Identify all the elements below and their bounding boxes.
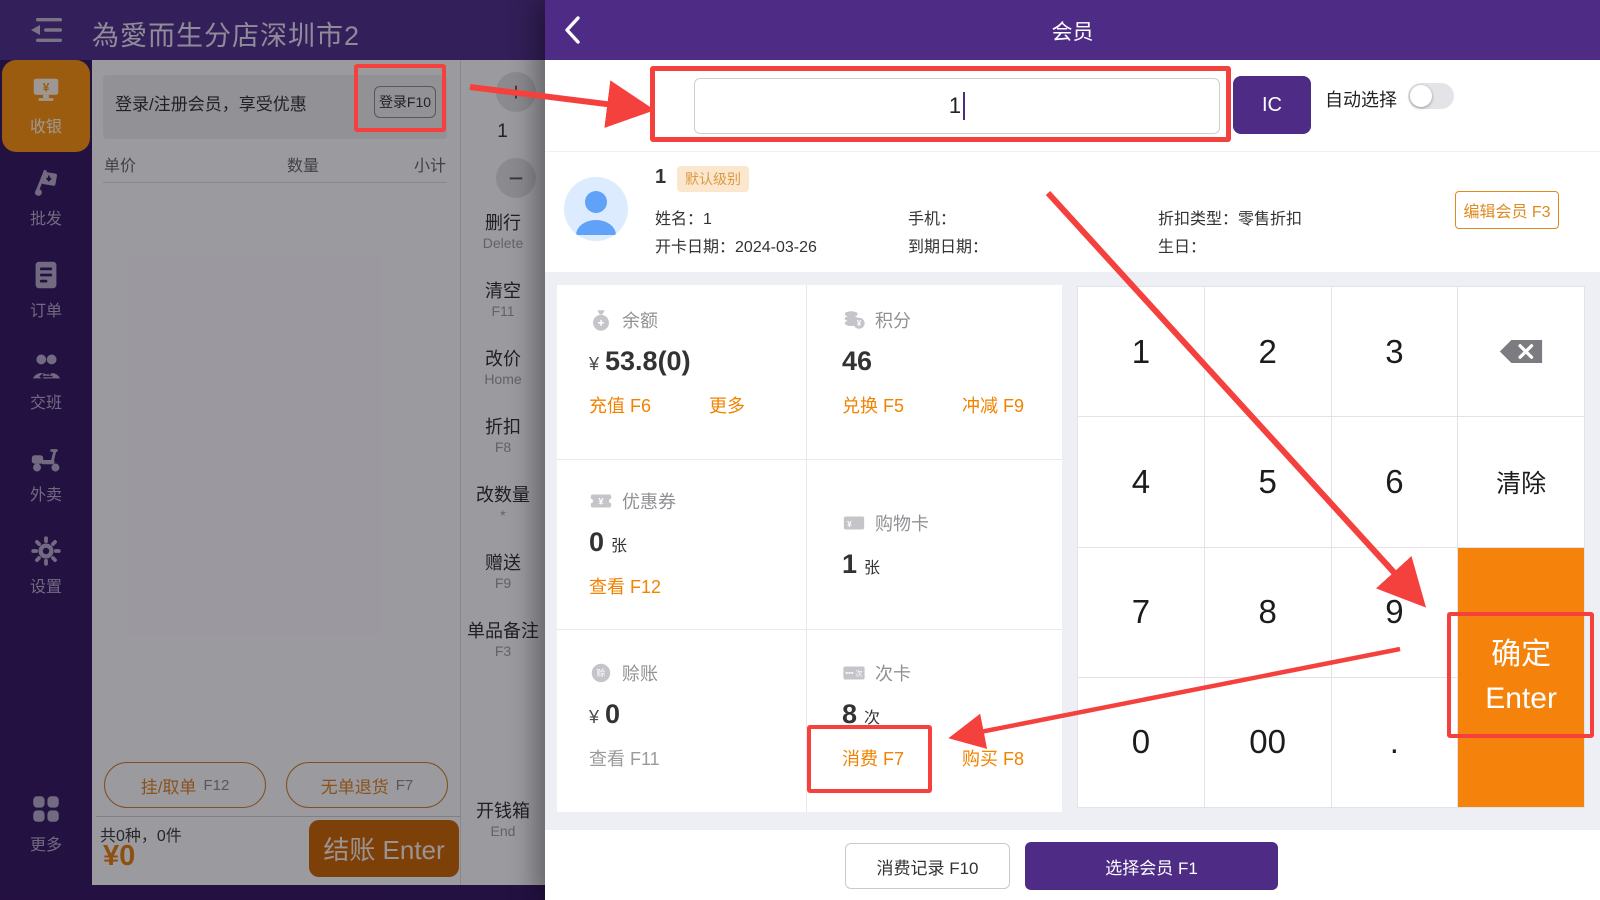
currency-symbol: ¥ xyxy=(589,354,599,375)
coupons-unit: 张 xyxy=(611,532,627,556)
member-search-input[interactable]: 1 xyxy=(694,78,1220,134)
recharge-link[interactable]: 充值 F6 xyxy=(589,392,651,418)
currency-symbol: ¥ xyxy=(589,707,599,728)
points-value: 46 xyxy=(842,346,872,377)
view-credit-link[interactable]: 查看 F11 xyxy=(589,745,660,771)
card-title: 积分 xyxy=(875,307,911,333)
search-value: 1 xyxy=(949,93,961,119)
svg-text:赊: 赊 xyxy=(597,667,606,678)
balance-value: 53.8(0) xyxy=(605,346,691,377)
consume-history-button[interactable]: 消费记录 F10 xyxy=(845,843,1010,889)
shopping-card-value: 1 xyxy=(842,549,857,580)
backspace-icon xyxy=(1497,336,1545,367)
credit-icon: 赊 xyxy=(589,661,613,685)
confirm-enter-key[interactable]: 确定 Enter xyxy=(1458,548,1584,808)
coupon-icon: ¥ xyxy=(589,489,613,513)
consume-times-link[interactable]: 消费 F7 xyxy=(842,745,904,771)
pos-app: 為愛而生分店深圳市2 ¥ 收银 批发 xyxy=(0,0,1600,900)
times-card-unit: 次 xyxy=(864,704,880,728)
shopping-card-unit: 张 xyxy=(864,554,880,578)
avatar xyxy=(564,177,628,241)
buy-times-link[interactable]: 购买 F8 xyxy=(962,745,1024,771)
key-6[interactable]: 6 xyxy=(1332,417,1458,546)
member-fields-col3: 折扣类型：零售折扣 生日： xyxy=(1158,206,1302,262)
auto-select-toggle[interactable] xyxy=(1408,83,1454,109)
auto-select-label: 自动选择 xyxy=(1325,86,1397,112)
field-value: 零售折扣 xyxy=(1238,211,1302,228)
member-dialog: 会员 1 IC 自动选择 1 默认级别 姓名：1 开卡日期：2024-03-26 xyxy=(545,0,1600,900)
backspace-key[interactable] xyxy=(1458,287,1584,416)
times-card-card: 次 次卡 8 次 消费 F7 购买 F8 xyxy=(807,630,1062,812)
member-name: 1 xyxy=(655,166,666,189)
svg-text:次: 次 xyxy=(855,669,863,678)
points-card: ¥ 积分 46 兑换 F5 冲减 F9 xyxy=(807,285,1062,460)
card-title: 余额 xyxy=(622,307,658,333)
balance-card: 余额 ¥ 53.8(0) 充值 F6 更多 xyxy=(557,285,807,460)
card-title: 优惠券 xyxy=(622,488,676,514)
text-caret xyxy=(963,92,965,120)
member-info-row: 1 默认级别 姓名：1 开卡日期：2024-03-26 手机： 到期日期： 折扣… xyxy=(545,152,1600,272)
member-level-badge: 默认级别 xyxy=(677,166,749,192)
card-title: 购物卡 xyxy=(875,510,929,536)
key-5[interactable]: 5 xyxy=(1205,417,1331,546)
more-link[interactable]: 更多 xyxy=(709,392,745,418)
svg-text:¥: ¥ xyxy=(598,497,604,507)
select-member-button[interactable]: 选择会员 F1 xyxy=(1025,842,1278,890)
member-fields-col2: 手机： 到期日期： xyxy=(908,206,988,262)
coupons-card: ¥ 优惠券 0 张 查看 F12 xyxy=(557,460,807,630)
redeem-link[interactable]: 兑换 F5 xyxy=(842,392,904,418)
svg-text:¥: ¥ xyxy=(847,519,852,529)
credit-card: 赊 赊账 ¥ 0 查看 F11 xyxy=(557,630,807,812)
svg-text:¥: ¥ xyxy=(857,319,862,328)
member-fields-col1: 姓名：1 开卡日期：2024-03-26 xyxy=(655,206,817,262)
confirm-label-cn: 确定 xyxy=(1491,633,1551,677)
key-00[interactable]: 00 xyxy=(1205,678,1331,807)
dialog-header: 会员 xyxy=(545,0,1600,60)
coupons-value: 0 xyxy=(589,527,604,558)
credit-value: 0 xyxy=(605,699,620,730)
deduct-link[interactable]: 冲减 F9 xyxy=(962,392,1024,418)
modal-dim-overlay xyxy=(0,0,545,900)
key-9[interactable]: 9 xyxy=(1332,548,1458,677)
dialog-footer: 消费记录 F10 选择会员 F1 xyxy=(545,830,1600,900)
field-label: 到期日期： xyxy=(908,239,988,256)
field-label: 开卡日期： xyxy=(655,239,735,256)
points-coins-icon: ¥ xyxy=(842,308,866,332)
confirm-label-en: Enter xyxy=(1485,677,1557,721)
view-coupons-link[interactable]: 查看 F12 xyxy=(589,573,661,599)
key-7[interactable]: 7 xyxy=(1078,548,1204,677)
field-value: 1 xyxy=(703,211,712,228)
dialog-content: 余额 ¥ 53.8(0) 充值 F6 更多 ¥ 积分 xyxy=(545,272,1600,830)
edit-member-button[interactable]: 编辑会员 F3 xyxy=(1455,191,1559,229)
key-dot[interactable]: . xyxy=(1332,678,1458,807)
shopping-card-card: ¥ 购物卡 1 张 xyxy=(807,460,1062,630)
card-title: 次卡 xyxy=(875,660,911,686)
times-card-icon: 次 xyxy=(842,661,866,685)
key-2[interactable]: 2 xyxy=(1205,287,1331,416)
field-label: 折扣类型： xyxy=(1158,211,1238,228)
member-cards-panel: 余额 ¥ 53.8(0) 充值 F6 更多 ¥ 积分 xyxy=(557,285,1062,812)
key-1[interactable]: 1 xyxy=(1078,287,1204,416)
ic-card-button[interactable]: IC xyxy=(1233,76,1311,134)
clear-key[interactable]: 清除 xyxy=(1458,417,1584,546)
key-4[interactable]: 4 xyxy=(1078,417,1204,546)
shopping-card-icon: ¥ xyxy=(842,511,866,535)
field-label: 姓名： xyxy=(655,211,703,228)
field-label: 生日： xyxy=(1158,239,1206,256)
key-3[interactable]: 3 xyxy=(1332,287,1458,416)
toggle-knob xyxy=(1410,85,1432,107)
numeric-keypad: 1 2 3 4 5 6 清除 7 8 9 确定 Enter xyxy=(1077,286,1585,808)
money-bag-icon xyxy=(589,308,613,332)
field-label: 手机： xyxy=(908,211,956,228)
field-value: 2024-03-26 xyxy=(735,239,817,256)
times-card-value: 8 xyxy=(842,699,857,730)
key-8[interactable]: 8 xyxy=(1205,548,1331,677)
card-title: 赊账 xyxy=(622,660,658,686)
key-0[interactable]: 0 xyxy=(1078,678,1204,807)
dialog-title: 会员 xyxy=(545,16,1600,46)
search-row: 1 IC 自动选择 xyxy=(545,60,1600,152)
